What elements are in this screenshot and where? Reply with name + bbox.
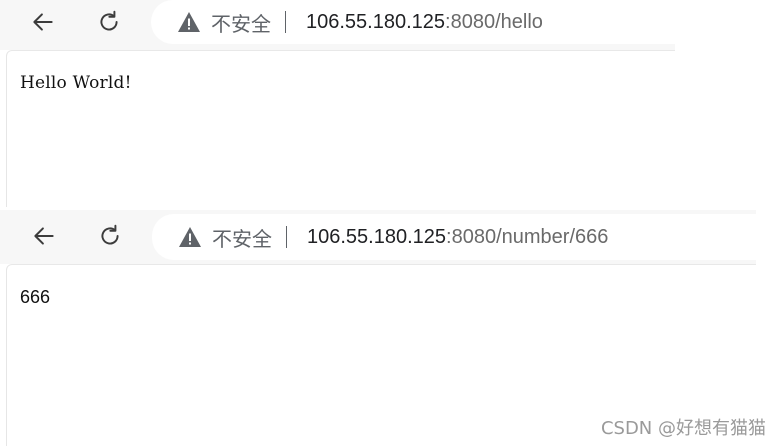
url-host: 106.55.180.125 — [307, 225, 447, 248]
reload-icon — [100, 10, 118, 31]
page-body-text: Hello World! — [20, 73, 132, 93]
browser-window-number: 不安全 106.55.180.125:8080/number/666 666 — [0, 210, 756, 446]
security-status-label[interactable]: 不安全 — [212, 223, 272, 252]
back-arrow-icon — [33, 13, 53, 31]
separator — [285, 11, 286, 33]
csdn-watermark: CSDN @好想有猫猫 — [600, 418, 766, 439]
page-content: Hello World! — [6, 50, 675, 207]
browser-window-hello: 不安全 106.55.180.125:8080/hello Hello Worl… — [0, 0, 675, 207]
warning-triangle-icon[interactable] — [178, 226, 202, 248]
warning-triangle-icon[interactable] — [177, 11, 201, 33]
url-path: :8080/number/666 — [446, 225, 609, 248]
security-status-label[interactable]: 不安全 — [211, 8, 271, 37]
url-text[interactable]: 106.55.180.125:8080/hello — [306, 11, 543, 34]
separator — [286, 226, 287, 248]
browser-toolbar: 不安全 106.55.180.125:8080/number/666 — [0, 210, 756, 264]
url-path: :8080/hello — [445, 10, 543, 33]
reload-button[interactable] — [91, 4, 127, 40]
back-button[interactable] — [26, 218, 62, 254]
page-body-text: 666 — [20, 287, 51, 307]
url-text[interactable]: 106.55.180.125:8080/number/666 — [307, 226, 608, 249]
address-bar[interactable]: 不安全 106.55.180.125:8080/hello — [151, 0, 675, 44]
back-arrow-icon — [34, 227, 54, 245]
reload-icon — [101, 224, 119, 245]
back-button[interactable] — [25, 4, 61, 40]
reload-button[interactable] — [92, 218, 128, 254]
url-host: 106.55.180.125 — [306, 10, 446, 33]
address-bar[interactable]: 不安全 106.55.180.125:8080/number/666 — [152, 214, 756, 260]
browser-toolbar: 不安全 106.55.180.125:8080/hello — [0, 0, 675, 50]
